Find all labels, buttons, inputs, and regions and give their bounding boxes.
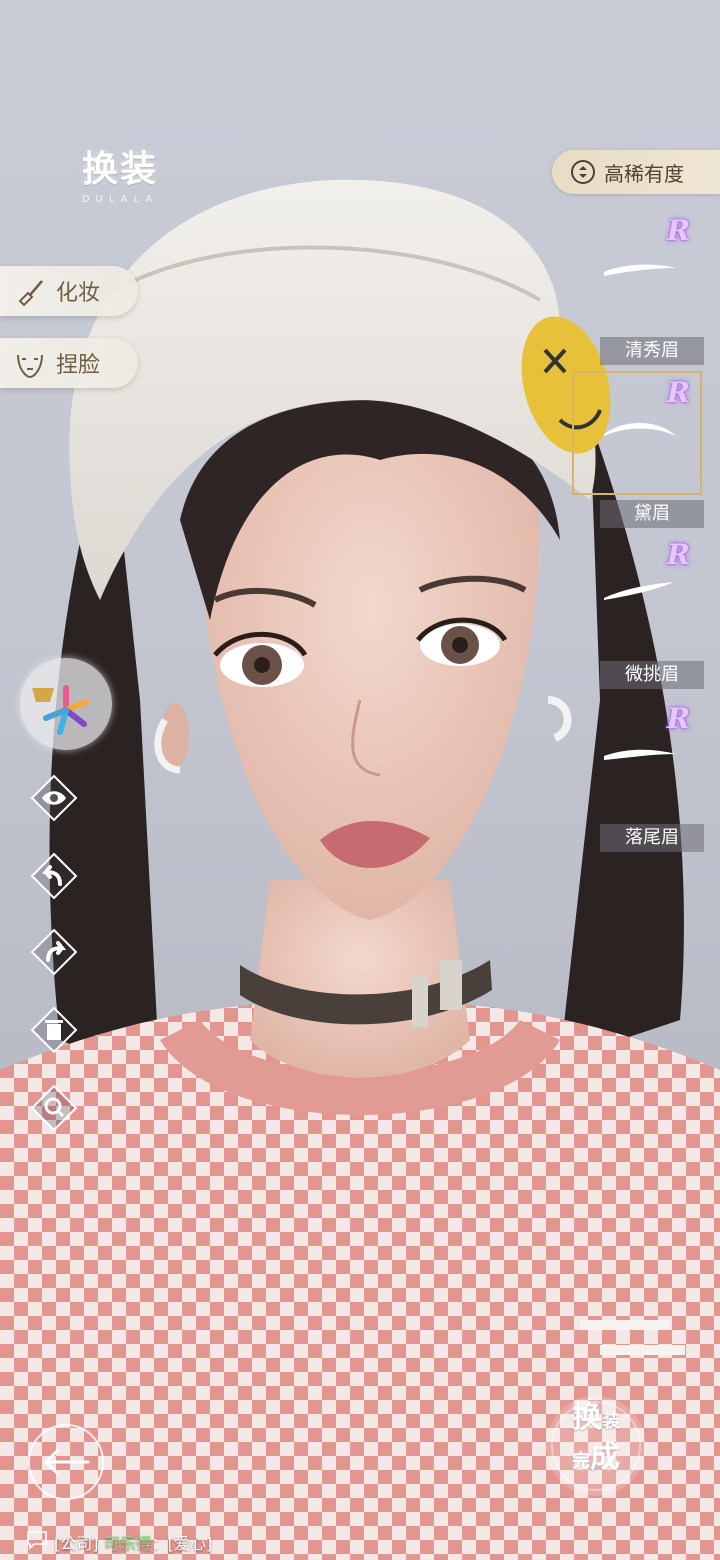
eyebrow-name: 落尾眉 xyxy=(600,824,704,852)
rarity-sort-label: 高稀有度 xyxy=(604,161,684,186)
eyebrow-name: 微挑眉 xyxy=(600,661,704,689)
eyebrow-option[interactable]: R 微挑眉 xyxy=(600,538,704,690)
game-screen: 换装 DULALA 化妆 捏脸 高稀有度 R 清秀眉 R 黛眉 R 微挑眉 R … xyxy=(0,0,720,1560)
eyebrow-shape-icon xyxy=(604,749,676,760)
eyebrow-option[interactable]: R 落尾眉 xyxy=(600,702,704,854)
arrow-left-icon xyxy=(43,1448,90,1476)
eye-icon xyxy=(30,774,78,822)
zoom-icon xyxy=(30,1084,78,1132)
tab-makeup[interactable]: 化妆 xyxy=(0,266,138,316)
tab-face-shaping-label: 捏脸 xyxy=(56,353,101,378)
sort-updown-icon xyxy=(571,160,595,184)
palette-icon xyxy=(32,685,89,735)
rarity-badge: R xyxy=(666,538,690,571)
chat-bubble-icon[interactable] xyxy=(26,1530,48,1550)
zoom-button[interactable] xyxy=(30,1084,78,1132)
eyebrow-shape-icon xyxy=(604,264,676,276)
selection-frame xyxy=(572,371,702,495)
undo-icon xyxy=(30,852,78,900)
trash-icon xyxy=(30,1006,78,1054)
back-button[interactable] xyxy=(28,1424,104,1500)
redo-button[interactable] xyxy=(30,928,78,976)
chat-text: [爱心] xyxy=(167,1534,213,1553)
eyebrow-option[interactable]: R 清秀眉 xyxy=(600,214,704,366)
redo-icon xyxy=(30,928,78,976)
eyebrow-shape-icon xyxy=(604,582,674,600)
finish-dressup-button[interactable]: 换装 完成 xyxy=(540,1390,652,1502)
tab-makeup-label: 化妆 xyxy=(56,281,101,306)
title-logo: 换装 DULALA xyxy=(60,140,180,205)
chat-message[interactable]: [公司] 可乐得：[爱心] xyxy=(54,1530,212,1554)
finish-dressup-label: 换装 完成 xyxy=(572,1400,620,1475)
eyebrow-name: 黛眉 xyxy=(600,500,704,528)
eyebrow-name: 清秀眉 xyxy=(600,337,704,365)
visibility-toggle[interactable] xyxy=(30,774,78,822)
rarity-badge: R xyxy=(666,214,690,247)
makeup-brush-icon xyxy=(18,280,43,307)
undo-button[interactable] xyxy=(30,852,78,900)
chat-channel: [公司] xyxy=(54,1534,99,1553)
tab-face-shaping[interactable]: 捏脸 xyxy=(0,338,138,388)
chat-sender: 可乐得 xyxy=(103,1534,152,1553)
page-title: 换装 xyxy=(81,148,158,190)
palette-button[interactable] xyxy=(20,658,112,750)
delete-button[interactable] xyxy=(30,1006,78,1054)
page-subtitle: DULALA xyxy=(81,194,159,205)
chat-separator: ： xyxy=(151,1534,168,1553)
rarity-badge: R xyxy=(666,702,690,735)
face-outline-icon xyxy=(17,354,43,379)
rarity-sort-button[interactable]: 高稀有度 xyxy=(552,150,720,194)
